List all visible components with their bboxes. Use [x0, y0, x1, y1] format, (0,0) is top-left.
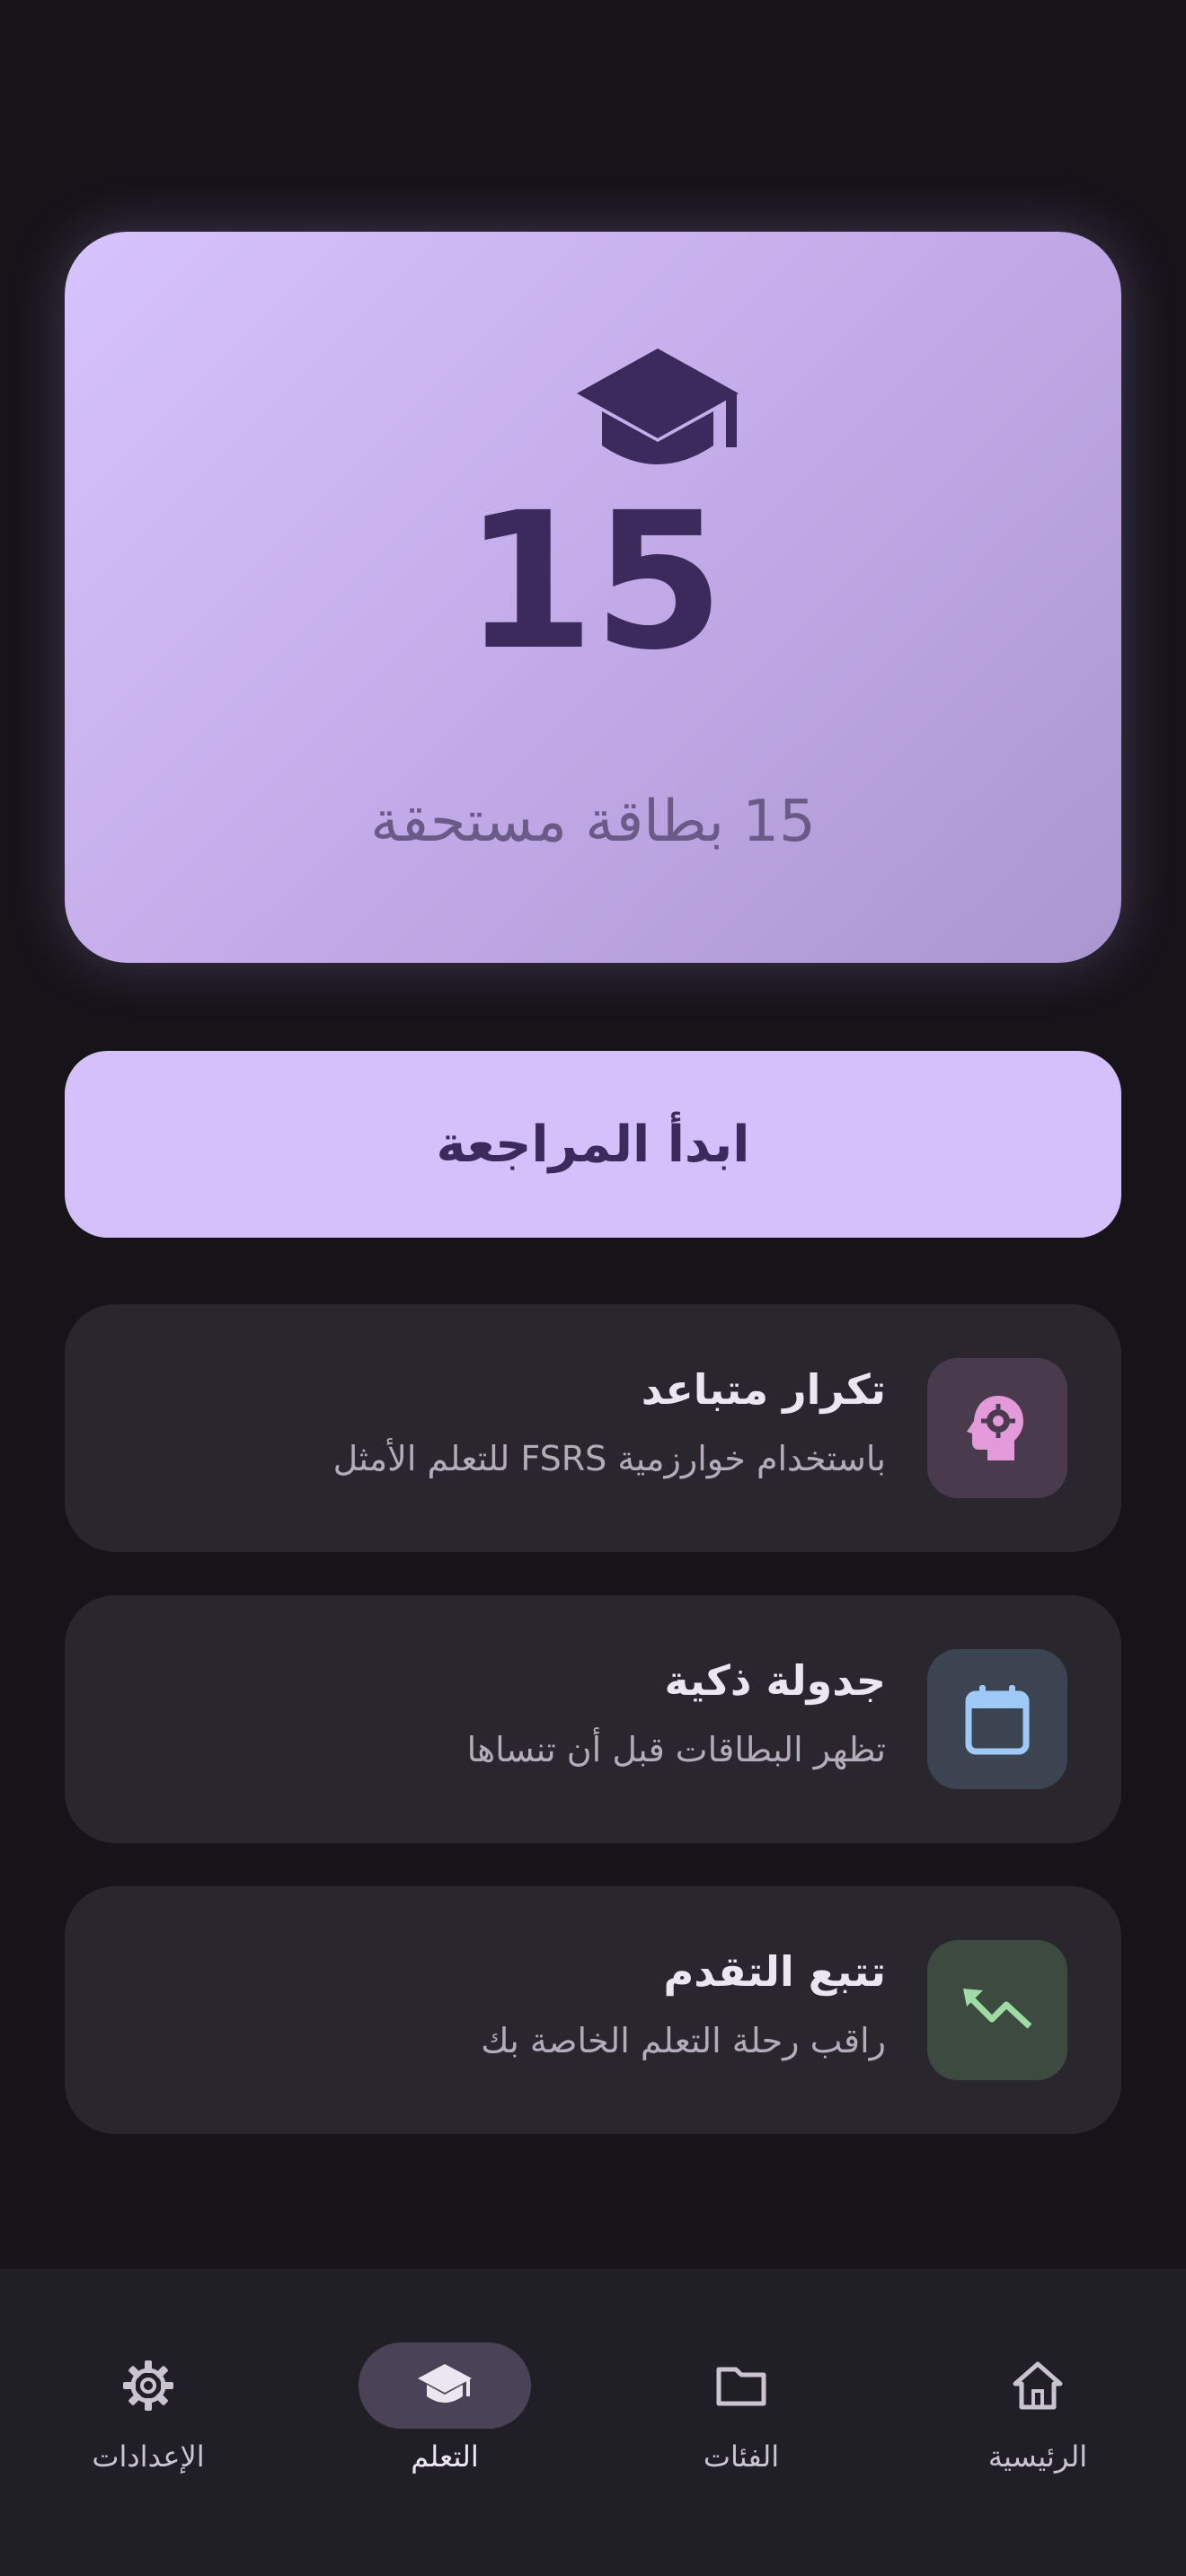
nav-label: التعلم	[411, 2439, 479, 2474]
feature-icon-box	[927, 1940, 1067, 2080]
feature-title: تكرار متباعد	[641, 1365, 886, 1414]
start-review-button[interactable]: ابدأ المراجعة	[65, 1051, 1121, 1238]
psychology-head-icon	[967, 1396, 1023, 1460]
home-icon	[1013, 2361, 1063, 2410]
feature-card-smart-scheduling: جدولة ذكية تظهر البطاقات قبل أن تنساها	[65, 1595, 1121, 1843]
feature-title: تتبع التقدم	[663, 1947, 886, 1996]
feature-description: راقب رحلة التعلم الخاصة بك	[481, 2021, 886, 2060]
due-count: 15	[463, 472, 724, 692]
graduation-cap-icon	[577, 348, 739, 464]
feature-card-progress-tracking: تتبع التقدم راقب رحلة التعلم الخاصة بك	[65, 1886, 1121, 2134]
nav-label: الرئيسية	[987, 2439, 1088, 2474]
feature-icon-box	[927, 1649, 1067, 1789]
nav-item-home[interactable]: الرئيسية	[890, 2305, 1186, 2484]
folder-icon	[716, 2367, 766, 2406]
nav-label: الفئات	[703, 2439, 780, 2474]
feature-description: باستخدام خوارزمية FSRS للتعلم الأمثل	[332, 1439, 886, 1478]
graduation-cap-icon	[418, 2364, 472, 2403]
nav-item-settings[interactable]: الإعدادات	[0, 2305, 296, 2484]
feature-card-spaced-repetition: تكرار متباعد باستخدام خوارزمية FSRS للتع…	[65, 1304, 1121, 1552]
trending-up-icon	[963, 1989, 1032, 2029]
calendar-icon	[965, 1685, 1030, 1755]
due-count-label: 15 بطاقة مستحقة	[370, 789, 816, 855]
gear-icon	[123, 2360, 173, 2411]
nav-item-categories[interactable]: الفئات	[593, 2305, 890, 2484]
nav-label: الإعدادات	[92, 2439, 205, 2474]
feature-description: تظهر البطاقات قبل أن تنساها	[466, 1730, 886, 1769]
nav-item-learn[interactable]: التعلم	[296, 2305, 593, 2484]
bottom-navigation-bar: الإعدادات التعلم الفئات الرئيسية	[0, 2269, 1186, 2576]
learn-screen: 15 15 بطاقة مستحقة ابدأ المراجعة تكرار م…	[0, 0, 1186, 2576]
due-cards-hero-card: 15 15 بطاقة مستحقة	[65, 232, 1121, 963]
feature-icon-box	[927, 1358, 1067, 1498]
feature-title: جدولة ذكية	[664, 1656, 886, 1705]
